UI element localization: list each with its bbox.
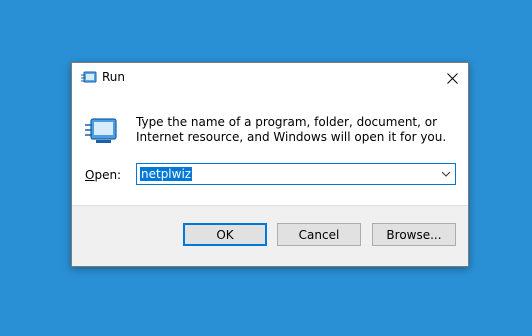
browse-button[interactable]: Browse...: [372, 223, 456, 246]
run-icon: [85, 118, 117, 143]
button-bar: OK Cancel Browse...: [72, 205, 468, 266]
run-icon: [81, 71, 97, 83]
ok-button[interactable]: OK: [183, 223, 267, 246]
cancel-button[interactable]: Cancel: [277, 223, 361, 246]
run-dialog: Run Type the name of a program, folder, …: [71, 62, 469, 267]
open-combobox[interactable]: netplwiz: [136, 163, 456, 185]
run-description: Type the name of a program, folder, docu…: [136, 115, 447, 144]
dialog-title: Run: [102, 70, 126, 84]
chevron-down-icon[interactable]: [441, 169, 451, 179]
open-label-text: pen:: [94, 168, 122, 182]
close-icon: [446, 72, 458, 84]
dialog-content: Type the name of a program, folder, docu…: [72, 93, 468, 206]
open-label: Open:: [85, 168, 121, 182]
open-input[interactable]: netplwiz: [140, 167, 193, 181]
close-button[interactable]: [436, 63, 468, 93]
title-bar[interactable]: Run: [72, 63, 468, 93]
